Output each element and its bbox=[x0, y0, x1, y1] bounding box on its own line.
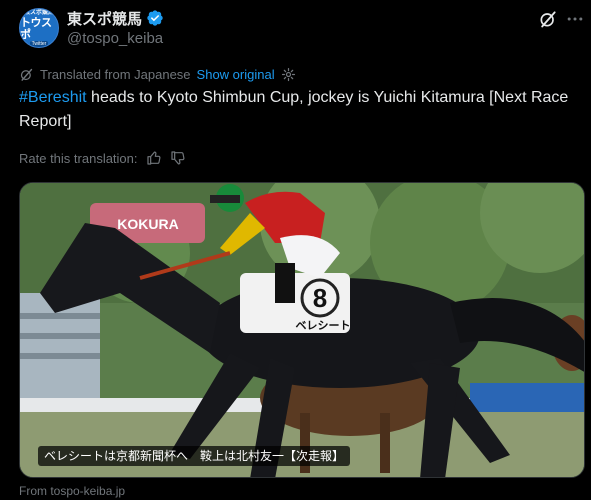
grok-small-icon bbox=[20, 68, 33, 81]
author-handle[interactable]: @tospo_keiba bbox=[67, 30, 163, 47]
race-photo: KOKURA 8 ベレシート bbox=[20, 183, 584, 477]
rate-translation-row: Rate this translation: bbox=[19, 148, 186, 168]
saddle-name: ベレシート bbox=[296, 319, 351, 332]
grok-icon[interactable] bbox=[538, 9, 558, 29]
kokura-sign-text: KOKURA bbox=[117, 216, 178, 232]
thumbs-up-icon[interactable] bbox=[146, 150, 162, 166]
avatar-text-bottom: Twitter bbox=[29, 40, 49, 47]
avatar-text-main: トウスポ bbox=[20, 16, 52, 41]
verified-badge-icon bbox=[147, 10, 163, 26]
link-source[interactable]: From tospo-keiba.jp bbox=[19, 484, 125, 498]
hashtag-link[interactable]: #Bereshit bbox=[19, 89, 87, 106]
avatar[interactable]: 東スポ競馬 トウスポ Twitter bbox=[19, 8, 59, 48]
tweet-card: 東スポ競馬 トウスポ Twitter 東スポ競馬 @tospo_keiba Tr… bbox=[0, 0, 591, 500]
thumbs-down-icon[interactable] bbox=[170, 150, 186, 166]
media-photo[interactable]: KOKURA 8 ベレシート ベレシートは京都新聞杯へ 鞍上は北村友一【次走報】 bbox=[19, 182, 585, 478]
avatar-text-top: 東スポ競馬 bbox=[23, 9, 54, 16]
photo-caption: ベレシートは京都新聞杯へ 鞍上は北村友一【次走報】 bbox=[38, 446, 351, 466]
gear-icon[interactable] bbox=[281, 67, 296, 82]
author-display-name-row[interactable]: 東スポ競馬 bbox=[67, 8, 164, 28]
tweet-text: #Bereshit heads to Kyoto Shimbun Cup, jo… bbox=[19, 86, 579, 134]
author-display-name[interactable]: 東スポ競馬 bbox=[67, 8, 142, 29]
saddle-number: 8 bbox=[313, 283, 327, 313]
more-options-icon[interactable] bbox=[565, 9, 585, 29]
translated-from-label: Translated from Japanese bbox=[40, 67, 191, 82]
show-original-link[interactable]: Show original bbox=[197, 67, 275, 82]
rate-translation-label: Rate this translation: bbox=[19, 150, 138, 166]
tweet-text-body: heads to Kyoto Shimbun Cup, jockey is Yu… bbox=[19, 89, 569, 130]
translation-notice: Translated from Japanese Show original bbox=[19, 66, 296, 83]
